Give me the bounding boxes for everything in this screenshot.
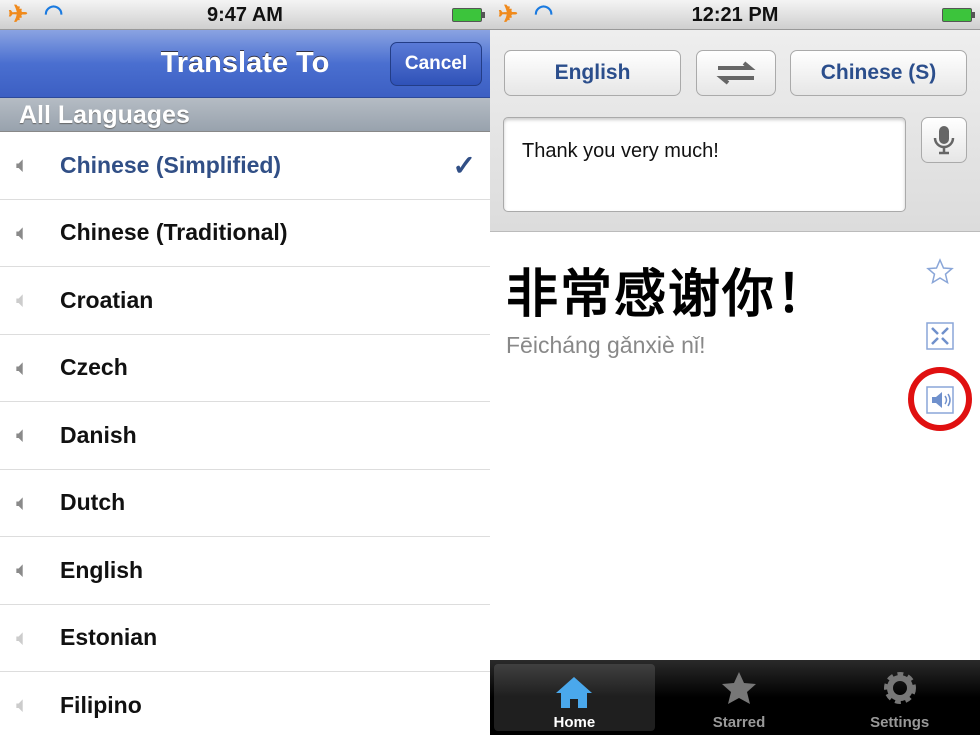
microphone-icon: [933, 126, 955, 155]
speaker-icon: 🔈︎: [16, 219, 30, 245]
microphone-button[interactable]: [921, 117, 967, 163]
language-name: Filipino: [60, 691, 142, 718]
status-bar: ✈ ◠ 12:21 PM: [490, 0, 980, 30]
input-area: English Chinese (S) Thank you very much!: [490, 30, 980, 232]
translation-text: 非常感谢你！: [506, 266, 831, 324]
speaker-icon: 🔈︎: [16, 557, 30, 583]
tab-bar: Home Starred Settings: [490, 660, 980, 735]
battery-icon: [942, 8, 975, 22]
language-row[interactable]: 🔈︎ Danish: [0, 402, 490, 470]
language-row[interactable]: 🔈︎ Croatian: [0, 267, 490, 335]
star-icon[interactable]: [926, 258, 954, 286]
home-icon: [556, 677, 593, 708]
highlight-circle: [908, 367, 972, 431]
language-row[interactable]: 🔈︎ Chinese (Simplified) ✓: [0, 132, 490, 200]
speaker-icon: 🔈︎: [16, 287, 30, 313]
speaker-icon: 🔈︎: [16, 152, 30, 178]
navigation-bar: Translate To Cancel: [0, 30, 490, 98]
gear-icon: [883, 672, 916, 704]
tab-settings[interactable]: Settings: [819, 660, 980, 735]
language-name: Dutch: [60, 489, 126, 516]
tab-starred[interactable]: Starred: [659, 660, 820, 735]
speaker-icon: 🔈︎: [16, 489, 30, 515]
language-row[interactable]: 🔈︎ Filipino: [0, 672, 490, 735]
language-list: 🔈︎ Chinese (Simplified) ✓ 🔈︎ Chinese (Tradit…: [0, 132, 490, 735]
airplane-icon: ✈: [8, 1, 29, 28]
source-text-input[interactable]: Thank you very much!: [503, 117, 906, 212]
star-icon: [722, 672, 756, 704]
section-header: All Languages: [0, 98, 490, 132]
language-name: Croatian: [60, 286, 154, 313]
tab-home[interactable]: Home: [494, 664, 655, 731]
language-name: Chinese (Simplified): [60, 151, 282, 178]
speaker-icon: 🔈︎: [16, 692, 30, 718]
language-row[interactable]: 🔈︎ Chinese (Traditional): [0, 200, 490, 267]
translate-screen: ✈ ◠ 12:21 PM English Chinese (S) Thank y…: [490, 0, 980, 735]
language-name: Chinese (Traditional): [60, 219, 288, 246]
wifi-icon: ◠: [534, 0, 554, 25]
wifi-icon: ◠: [44, 0, 64, 25]
language-name: Czech: [60, 354, 128, 381]
status-time: 9:47 AM: [207, 4, 283, 26]
language-row[interactable]: 🔈︎ Estonian: [0, 605, 490, 672]
language-name: Danish: [60, 421, 137, 448]
speaker-icon: 🔈︎: [16, 624, 30, 650]
language-picker-screen: ✈ ◠ 9:47 AM Translate To Cancel All Lang…: [0, 0, 490, 735]
source-language-button[interactable]: English: [504, 50, 681, 96]
tab-label: Settings: [870, 714, 930, 731]
swap-icon: [716, 61, 756, 85]
language-name: Estonian: [60, 624, 158, 651]
battery-icon: [452, 8, 485, 22]
speaker-icon: 🔈︎: [16, 422, 30, 448]
tab-label: Starred: [712, 714, 766, 731]
status-time: 12:21 PM: [691, 4, 779, 26]
language-row[interactable]: 🔈︎ English: [0, 537, 490, 605]
language-name: English: [60, 556, 144, 583]
status-bar: ✈ ◠ 9:47 AM: [0, 0, 490, 30]
swap-languages-button[interactable]: [696, 50, 776, 96]
target-language-button[interactable]: Chinese (S): [790, 50, 967, 96]
tab-label: Home: [553, 714, 596, 731]
language-row[interactable]: 🔈︎ Dutch: [0, 470, 490, 537]
language-row[interactable]: 🔈︎ Czech: [0, 335, 490, 402]
speaker-icon: 🔈︎: [16, 354, 30, 380]
cancel-button[interactable]: Cancel: [390, 42, 482, 86]
fullscreen-icon[interactable]: [926, 322, 954, 350]
romanization-text: Fēicháng gǎnxiè nǐ!: [506, 332, 706, 358]
airplane-icon: ✈: [498, 1, 519, 28]
checkmark-icon: ✓: [452, 149, 476, 181]
